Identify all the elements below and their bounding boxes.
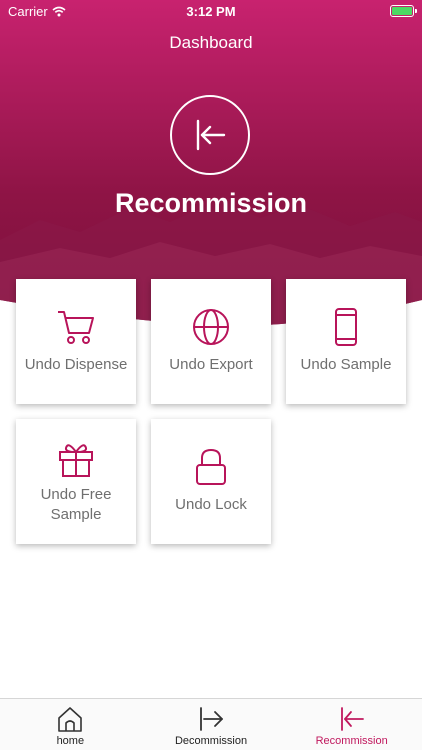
smartphone-icon — [333, 307, 359, 347]
tile-label: Undo Export — [169, 356, 253, 373]
gift-icon — [56, 439, 96, 479]
tab-label: Decommission — [174, 735, 248, 747]
status-bar: Carrier 3:12 PM — [0, 0, 422, 24]
undo-export-tile[interactable]: Undo Export — [151, 279, 271, 404]
home-icon — [58, 707, 83, 732]
arrow-right-to-bar-icon — [200, 707, 223, 731]
tab-label: home — [56, 735, 85, 747]
tile-label: Undo Lock — [175, 496, 247, 513]
tab-recommission[interactable]: Recommission — [281, 699, 422, 750]
tab-label: Recommission — [315, 735, 388, 747]
tab-home[interactable]: home — [0, 699, 141, 750]
tile-label: Undo Dispense — [24, 356, 128, 373]
screen: Carrier 3:12 PM Dashboard Recommission U… — [0, 0, 422, 750]
tab-bar: home Decommission Recommission — [0, 698, 422, 750]
shopping-cart-icon — [55, 307, 97, 347]
status-time: 3:12 PM — [186, 4, 236, 19]
page-title: Recommission — [114, 188, 308, 218]
battery-icon — [390, 5, 417, 17]
arrow-left-to-bar-icon — [170, 95, 250, 175]
lock-icon — [193, 447, 229, 487]
undo-lock-tile[interactable]: Undo Lock — [151, 419, 271, 544]
tile-label: Undo Sample — [300, 356, 392, 373]
globe-icon — [191, 307, 231, 347]
nav-title: Dashboard — [169, 33, 253, 52]
undo-free-sample-tile[interactable]: Undo Free Sample — [16, 419, 136, 544]
undo-dispense-tile[interactable]: Undo Dispense — [16, 279, 136, 404]
tab-decommission[interactable]: Decommission — [141, 699, 282, 750]
arrow-left-to-bar-icon — [340, 707, 364, 731]
undo-sample-tile[interactable]: Undo Sample — [286, 279, 406, 404]
tile-label: Undo Free Sample — [40, 486, 112, 523]
